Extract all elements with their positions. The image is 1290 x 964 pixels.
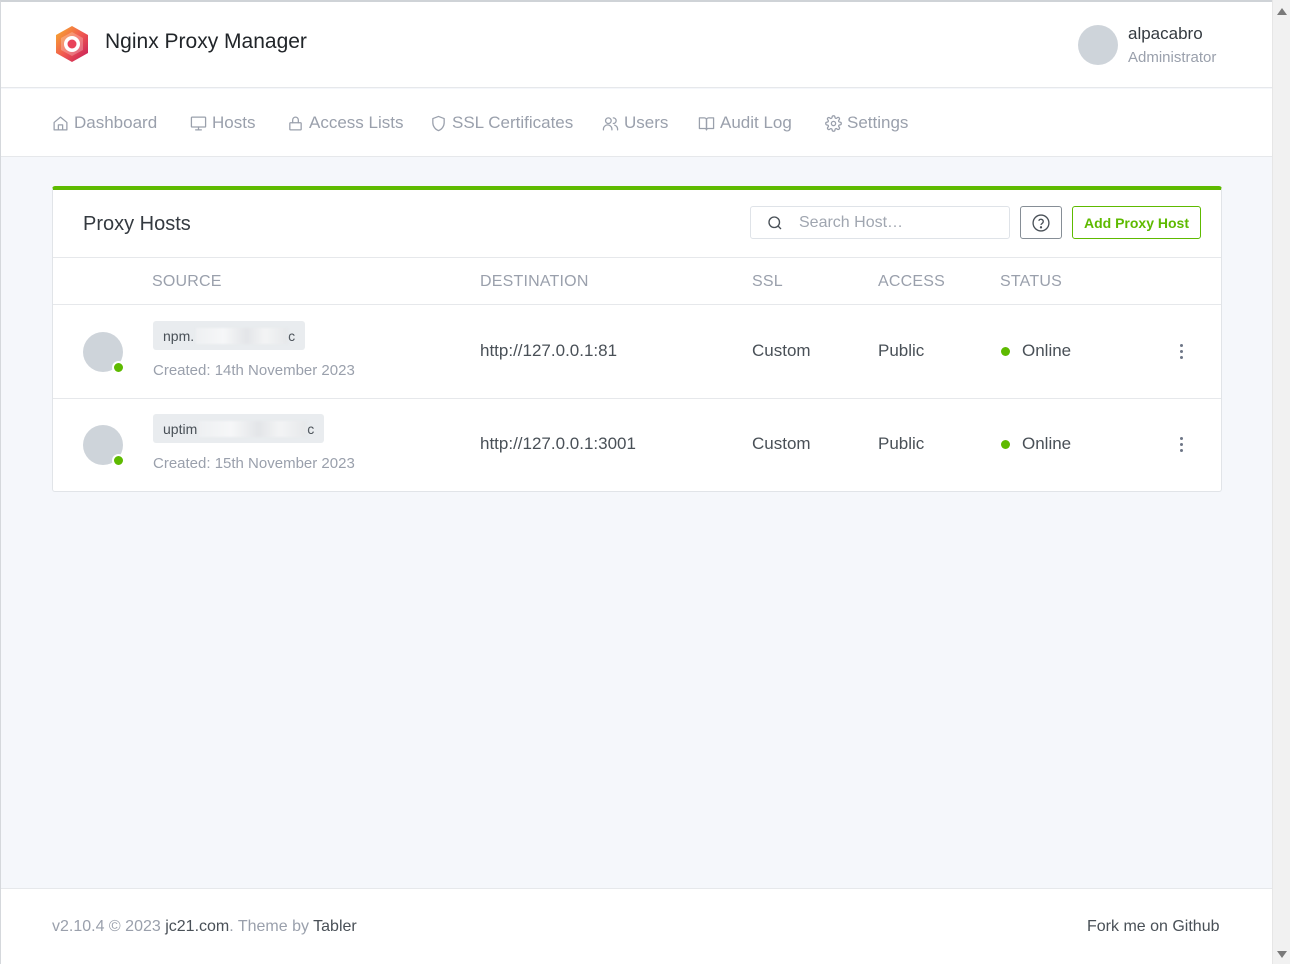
search-input[interactable] xyxy=(799,213,999,233)
nav-label: Dashboard xyxy=(74,113,158,132)
table-row[interactable]: uptim c Created: 15th November 2023 http… xyxy=(53,399,1221,492)
access-type: Public xyxy=(878,434,925,453)
host-avatar xyxy=(83,332,125,374)
footer-credits: v2.10.4 © 2023 jc21.com. Theme by Tabler xyxy=(52,918,357,936)
nav-label: Users xyxy=(624,113,669,132)
source-domain-tag[interactable]: uptim c xyxy=(153,414,325,443)
nav-settings[interactable]: Settings xyxy=(825,110,908,136)
column-access: ACCESS xyxy=(878,273,945,290)
gear-icon xyxy=(825,114,842,132)
nav-label: Audit Log xyxy=(720,113,792,132)
column-source: SOURCE xyxy=(152,273,222,290)
shield-icon xyxy=(432,115,445,131)
nav-label: Access Lists xyxy=(309,113,404,132)
brand-title[interactable]: Nginx Proxy Manager xyxy=(105,30,307,54)
host-avatar xyxy=(83,425,125,467)
search-icon xyxy=(768,216,782,230)
nav-label: SSL Certificates xyxy=(452,113,574,132)
online-indicator xyxy=(112,454,125,467)
monitor-icon xyxy=(190,115,207,131)
source-suffix: c xyxy=(288,327,296,344)
nav-audit-log[interactable]: Audit Log xyxy=(698,110,792,136)
column-ssl: SSL xyxy=(752,273,783,290)
tabler-link[interactable]: Tabler xyxy=(313,918,357,935)
table-row[interactable]: npm. c Created: 14th November 2023 http:… xyxy=(53,306,1221,399)
nav-hosts[interactable]: Hosts xyxy=(190,110,255,136)
help-icon xyxy=(1032,213,1050,232)
ssl-type: Custom xyxy=(752,434,811,453)
user-role: Administrator xyxy=(1128,49,1217,66)
nav-label: Hosts xyxy=(212,113,256,132)
nav-label: Settings xyxy=(847,113,909,132)
scroll-down-arrow-icon[interactable] xyxy=(1277,951,1287,958)
help-button[interactable] xyxy=(1020,206,1062,239)
source-prefix: uptim xyxy=(163,420,198,437)
status-text: Online xyxy=(1022,341,1072,360)
created-date: Created: 15th November 2023 xyxy=(153,455,355,472)
user-avatar[interactable] xyxy=(1078,25,1118,65)
search-box[interactable] xyxy=(750,206,1010,239)
npm-logo-icon[interactable] xyxy=(53,25,91,63)
redacted-blur xyxy=(196,327,289,344)
page-footer: v2.10.4 © 2023 jc21.com. Theme by Tabler… xyxy=(1,888,1272,964)
users-icon xyxy=(602,116,619,131)
jc21-link[interactable]: jc21.com xyxy=(165,918,229,935)
main-nav: Dashboard Hosts Access Lists SSL Certifi… xyxy=(1,89,1272,157)
theme-by-text: . Theme by xyxy=(229,918,309,935)
row-menu-icon[interactable] xyxy=(1173,432,1189,456)
lock-icon xyxy=(289,116,302,131)
proxy-hosts-card: Proxy Hosts Add Proxy Host SOURCE DESTIN… xyxy=(52,186,1222,492)
destination: http://127.0.0.1:3001 xyxy=(480,434,636,453)
created-date: Created: 14th November 2023 xyxy=(153,362,355,379)
version-text: v2.10.4 © 2023 xyxy=(52,918,161,935)
nav-dashboard[interactable]: Dashboard xyxy=(52,110,157,136)
status-text: Online xyxy=(1022,434,1072,453)
nav-users[interactable]: Users xyxy=(602,110,668,136)
add-proxy-host-button[interactable]: Add Proxy Host xyxy=(1072,206,1201,239)
redacted-blur xyxy=(199,420,308,437)
card-title: Proxy Hosts xyxy=(83,213,191,235)
ssl-type: Custom xyxy=(752,341,811,360)
destination: http://127.0.0.1:81 xyxy=(480,341,618,360)
user-name[interactable]: alpacabro xyxy=(1128,24,1203,44)
column-destination: DESTINATION xyxy=(480,273,589,290)
status-dot xyxy=(1001,347,1010,356)
top-header: Nginx Proxy Manager alpacabro Administra… xyxy=(1,2,1272,88)
nav-access-lists[interactable]: Access Lists xyxy=(287,110,403,136)
nav-ssl-certificates[interactable]: SSL Certificates xyxy=(430,110,573,136)
status-dot xyxy=(1001,440,1010,449)
source-domain-tag[interactable]: npm. c xyxy=(153,321,306,350)
table-header: SOURCE DESTINATION SSL ACCESS STATUS xyxy=(53,257,1221,305)
scroll-up-arrow-icon[interactable] xyxy=(1277,8,1287,15)
book-icon xyxy=(698,116,715,131)
online-indicator xyxy=(112,361,125,374)
source-suffix: c xyxy=(307,420,315,437)
access-type: Public xyxy=(878,341,925,360)
row-menu-icon[interactable] xyxy=(1173,339,1189,363)
github-link[interactable]: Fork me on Github xyxy=(1087,918,1220,936)
source-prefix: npm. xyxy=(163,327,195,344)
home-icon xyxy=(53,115,68,131)
vertical-scrollbar[interactable] xyxy=(1272,0,1290,964)
column-status: STATUS xyxy=(1000,273,1062,290)
